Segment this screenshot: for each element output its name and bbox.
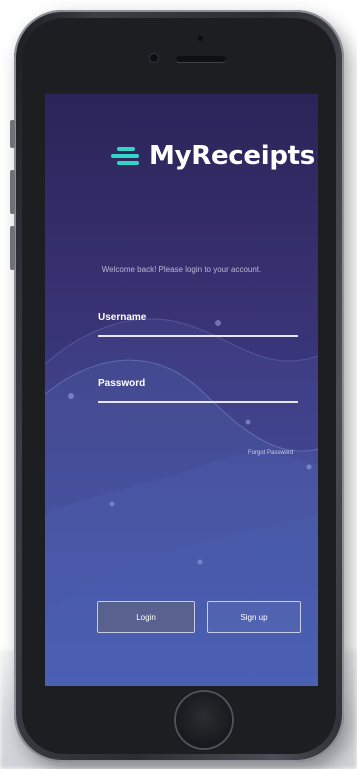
- username-underline: [98, 335, 298, 337]
- app-logo: MyReceipts: [111, 139, 315, 173]
- password-label: Password: [98, 378, 146, 389]
- app-name: MyReceipts: [149, 141, 315, 171]
- app-screen: MyReceipts Welcome back! Please login to…: [45, 94, 318, 686]
- password-underline: [98, 401, 298, 403]
- login-button[interactable]: Login: [97, 601, 195, 633]
- earpiece-speaker: [176, 56, 226, 62]
- proximity-sensor: [198, 36, 203, 41]
- signup-button[interactable]: Sign up: [207, 601, 301, 633]
- home-button: [176, 692, 232, 748]
- device-mockup: MyReceipts Welcome back! Please login to…: [0, 0, 357, 769]
- password-field[interactable]: Password: [98, 378, 298, 403]
- forgot-password-link[interactable]: Forgot Password: [248, 450, 293, 456]
- username-label: Username: [98, 312, 147, 323]
- mute-switch: [10, 120, 15, 148]
- volume-up-button: [10, 170, 15, 214]
- volume-down-button: [10, 226, 15, 270]
- front-camera-icon: [150, 54, 158, 62]
- menu-lines-icon: [111, 145, 141, 167]
- welcome-message: Welcome back! Please login to your accou…: [101, 265, 262, 274]
- username-field[interactable]: Username: [98, 312, 298, 337]
